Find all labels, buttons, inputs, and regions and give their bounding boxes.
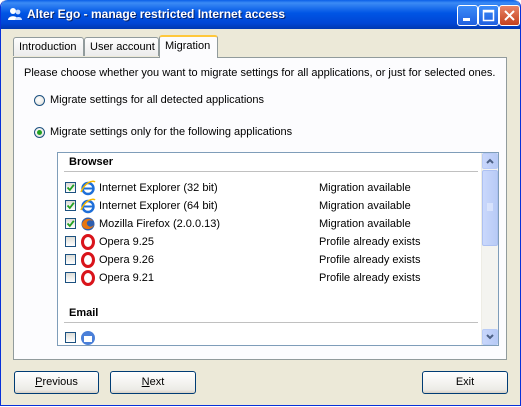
list-item[interactable]: Opera 9.21 Profile already exists bbox=[65, 269, 475, 287]
application-list[interactable]: Browser Internet Explorer (32 bit) Migrat… bbox=[57, 152, 499, 346]
tab-label: User account bbox=[90, 41, 155, 53]
users-icon bbox=[8, 8, 22, 20]
app-status: Profile already exists bbox=[319, 254, 421, 266]
close-icon bbox=[504, 10, 515, 21]
tab-introduction[interactable]: Introduction bbox=[13, 37, 84, 56]
intro-text: Please choose whether you want to migrat… bbox=[24, 67, 496, 79]
exit-button[interactable]: Exit bbox=[422, 371, 508, 394]
tab-label: Introduction bbox=[19, 41, 77, 53]
checkbox[interactable] bbox=[65, 182, 76, 193]
chevron-up-icon bbox=[486, 158, 494, 164]
tab-migration[interactable]: Migration bbox=[159, 35, 218, 58]
checkbox[interactable] bbox=[65, 332, 76, 343]
app-name: Internet Explorer (64 bit) bbox=[99, 200, 218, 212]
app-name: Mozilla Firefox (2.0.0.13) bbox=[99, 218, 221, 230]
next-button[interactable]: Next bbox=[110, 371, 196, 394]
previous-button[interactable]: Previous bbox=[14, 371, 99, 394]
app-status: Migration available bbox=[319, 218, 411, 230]
checkbox[interactable] bbox=[65, 254, 76, 265]
opera-icon bbox=[81, 270, 95, 286]
scroll-up-button[interactable] bbox=[482, 153, 498, 169]
opera-icon bbox=[81, 252, 95, 268]
app-status: Profile already exists bbox=[319, 236, 421, 248]
scroll-down-button[interactable] bbox=[482, 329, 498, 345]
maximize-button[interactable] bbox=[478, 5, 499, 26]
opera-icon bbox=[81, 234, 95, 250]
button-label: revious bbox=[42, 376, 78, 388]
chevron-down-icon bbox=[486, 334, 494, 340]
checkmark-icon bbox=[66, 184, 75, 192]
button-label: ext bbox=[149, 376, 165, 388]
internet-explorer-icon bbox=[80, 180, 96, 196]
minimize-icon bbox=[463, 18, 470, 21]
checkbox[interactable] bbox=[65, 236, 76, 247]
app-status: Migration available bbox=[319, 182, 411, 194]
app-status: Profile already exists bbox=[319, 272, 421, 284]
vertical-scrollbar[interactable] bbox=[481, 153, 498, 345]
tab-label: Migration bbox=[165, 40, 211, 52]
group-header-email: Email bbox=[69, 307, 99, 319]
app-name: Opera 9.25 bbox=[99, 236, 155, 248]
radio-migrate-selected[interactable]: Migrate settings only for the following … bbox=[34, 126, 292, 138]
checkmark-icon bbox=[66, 220, 75, 228]
checkbox[interactable] bbox=[65, 272, 76, 283]
migration-panel: Please choose whether you want to migrat… bbox=[13, 57, 507, 360]
list-item[interactable]: Internet Explorer (64 bit) Migration avai… bbox=[65, 197, 475, 215]
radio-label: Migrate settings only for the following … bbox=[50, 126, 293, 138]
list-item-partial[interactable] bbox=[65, 329, 475, 345]
button-label: Exit bbox=[455, 376, 475, 388]
grip-icon bbox=[487, 203, 493, 211]
title-bar[interactable]: Alter Ego - manage restricted Internet a… bbox=[1, 0, 520, 29]
scroll-thumb[interactable] bbox=[482, 170, 498, 246]
accel-key: N bbox=[141, 376, 150, 388]
group-header-browser: Browser bbox=[69, 156, 114, 168]
internet-explorer-icon bbox=[80, 198, 96, 214]
app-status: Migration available bbox=[319, 200, 411, 212]
maximize-icon bbox=[482, 9, 495, 22]
list-item[interactable]: Opera 9.25 Profile already exists bbox=[65, 233, 475, 251]
app-name: Opera 9.21 bbox=[99, 272, 155, 284]
close-button[interactable] bbox=[499, 5, 520, 26]
app-window: Alter Ego - manage restricted Internet a… bbox=[0, 0, 521, 406]
list-item[interactable]: Opera 9.26 Profile already exists bbox=[65, 251, 475, 269]
radio-button[interactable] bbox=[34, 126, 45, 138]
app-name: Opera 9.26 bbox=[99, 254, 155, 266]
outlook-express-icon bbox=[81, 331, 95, 345]
radio-label: Migrate settings for all detected applic… bbox=[50, 94, 265, 106]
divider bbox=[64, 171, 478, 172]
divider bbox=[64, 322, 478, 323]
firefox-icon bbox=[81, 217, 95, 231]
tab-user-account[interactable]: User account bbox=[84, 37, 159, 56]
minimize-button[interactable] bbox=[457, 5, 478, 26]
radio-migrate-all[interactable]: Migrate settings for all detected applic… bbox=[34, 94, 264, 106]
dialog-body: Introduction User account Migration Plea… bbox=[4, 29, 517, 402]
list-item[interactable]: Mozilla Firefox (2.0.0.13) Migration avai… bbox=[65, 215, 475, 233]
app-name: Internet Explorer (32 bit) bbox=[99, 182, 218, 194]
list-item[interactable]: Internet Explorer (32 bit) Migration avai… bbox=[65, 179, 475, 197]
radio-button[interactable] bbox=[34, 94, 45, 106]
checkbox[interactable] bbox=[65, 200, 76, 211]
checkmark-icon bbox=[66, 202, 75, 210]
checkbox[interactable] bbox=[65, 218, 76, 229]
window-title: Alter Ego - manage restricted Internet a… bbox=[27, 7, 286, 21]
